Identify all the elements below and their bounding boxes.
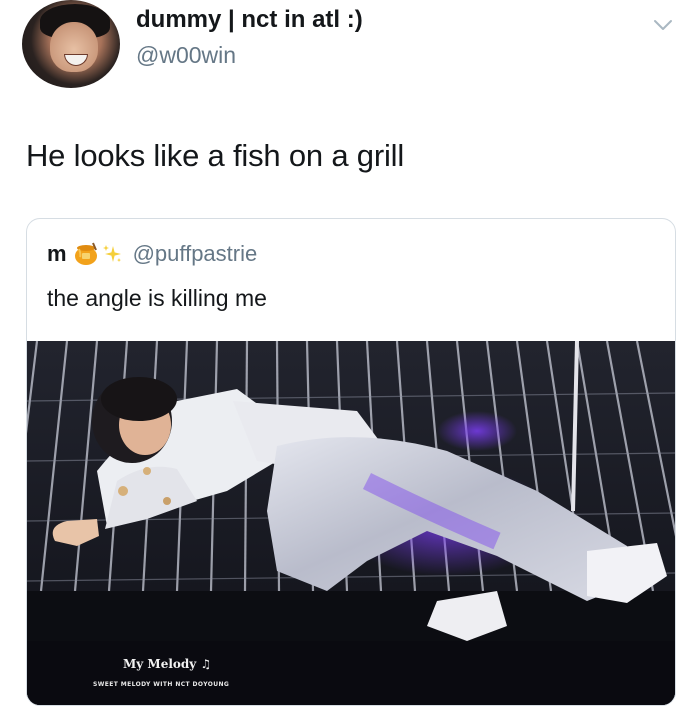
quoted-tweet-header: m @puffpastrie xyxy=(47,237,257,271)
display-name[interactable]: dummy | nct in atl :) xyxy=(136,6,363,34)
concert-photo xyxy=(27,341,675,705)
watermark-title: My Melody ♫ xyxy=(123,657,212,671)
tweet: dummy | nct in atl :) @w00win He looks l… xyxy=(0,0,694,715)
avatar[interactable] xyxy=(22,0,120,88)
tweet-text: He looks like a fish on a grill xyxy=(26,138,405,173)
quoted-display-name[interactable]: m xyxy=(47,241,67,267)
honey-pot-icon xyxy=(74,242,97,265)
watermark-subtitle: SWEET MELODY WITH NCT DOYOUNG xyxy=(93,681,230,688)
quoted-user-handle[interactable]: @puffpastrie xyxy=(133,241,258,267)
quoted-tweet-image[interactable]: My Melody ♫ SWEET MELODY WITH NCT DOYOUN… xyxy=(27,341,675,705)
chevron-down-icon[interactable] xyxy=(652,14,674,36)
quoted-tweet-card[interactable]: m @puffpastrie the angle is killing me M… xyxy=(26,218,676,706)
quoted-tweet-text: the angle is killing me xyxy=(47,285,267,311)
user-handle[interactable]: @w00win xyxy=(136,42,236,69)
sparkles-icon xyxy=(102,245,121,262)
